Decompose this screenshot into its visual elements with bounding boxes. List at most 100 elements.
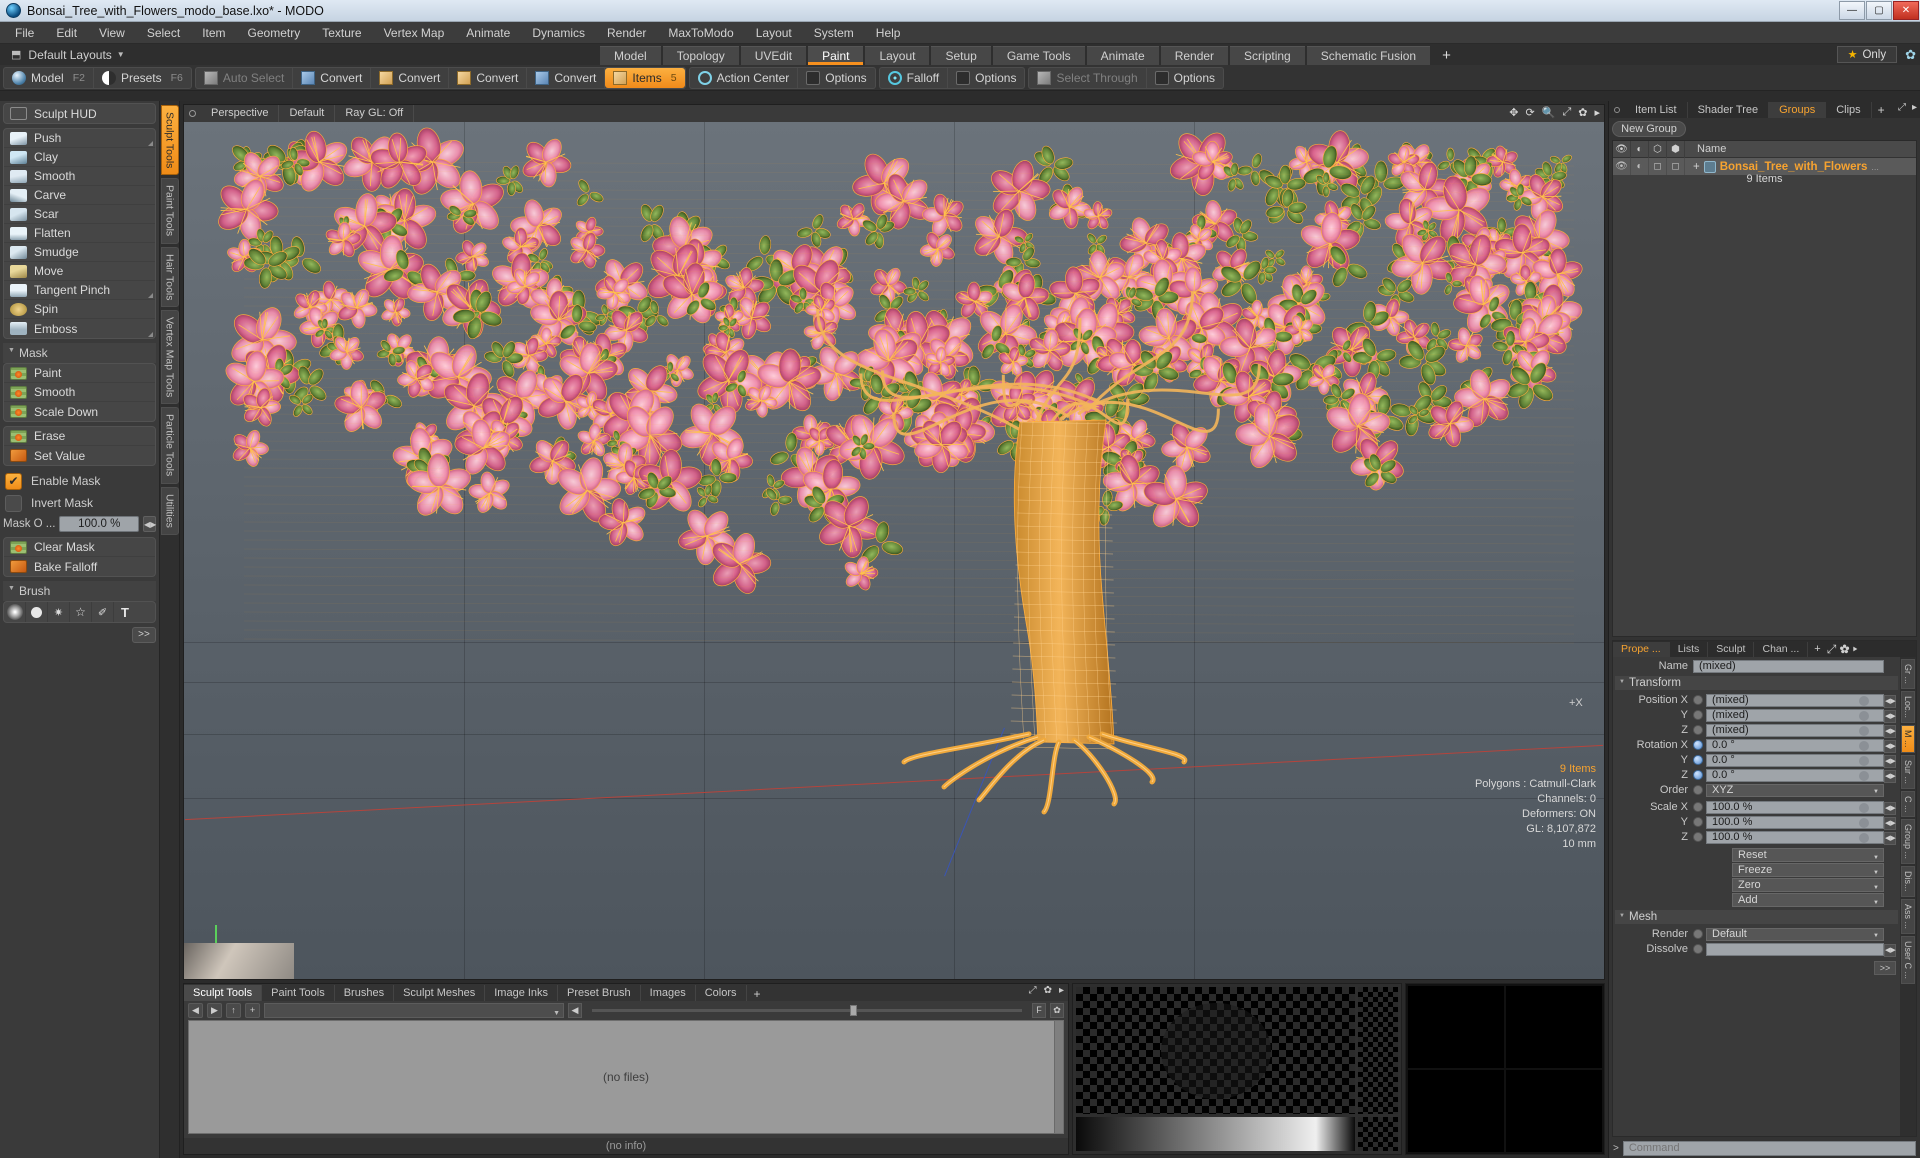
property-radio[interactable] — [1693, 832, 1703, 842]
viewport-shading[interactable]: Default — [279, 105, 336, 122]
tool-flatten[interactable]: Flatten — [4, 224, 155, 243]
tab-setup[interactable]: Setup — [931, 46, 991, 65]
property-value-input[interactable]: 0.0 ° ◀▶ — [1706, 753, 1896, 768]
model-button[interactable]: Model F2 — [4, 67, 94, 88]
menu-item-dynamics[interactable]: Dynamics — [521, 22, 596, 44]
expand-toggle[interactable]: + — [1693, 161, 1700, 173]
menu-item-animate[interactable]: Animate — [455, 22, 521, 44]
expand-icon[interactable]: ⤢ — [1827, 642, 1837, 656]
tool-scale-down[interactable]: Scale Down — [4, 402, 155, 421]
gear-icon[interactable]: ✿ — [1050, 1003, 1064, 1018]
options-button[interactable]: Options — [948, 68, 1024, 88]
menu-item-layout[interactable]: Layout — [745, 22, 803, 44]
minimize-button[interactable]: — — [1839, 1, 1865, 20]
tool-clear-mask[interactable]: Clear Mask — [4, 538, 155, 557]
menu-item-file[interactable]: File — [4, 22, 45, 44]
tab-uvedit[interactable]: UVEdit — [740, 46, 807, 65]
property-value-input[interactable]: 100.0 % ◀▶ — [1706, 800, 1896, 815]
gear-icon[interactable]: ✿ — [1840, 642, 1850, 656]
thumbnail-size-slider[interactable] — [592, 1005, 1022, 1016]
properties-tab-chan[interactable]: Chan ... — [1754, 641, 1809, 657]
tool-scar[interactable]: Scar — [4, 205, 155, 224]
convert-button[interactable]: Convert — [449, 67, 528, 88]
properties-tab-sculpt[interactable]: Sculpt — [1708, 641, 1755, 657]
auto-select-button[interactable]: Auto Select — [196, 67, 294, 88]
tab-layout[interactable]: Layout — [865, 46, 930, 65]
viewport-projection[interactable]: Perspective — [201, 105, 280, 122]
property-stepper[interactable]: ◀▶ — [1884, 739, 1896, 753]
expand-icon[interactable]: ⤢ — [1029, 985, 1037, 996]
menu-item-vertex-map[interactable]: Vertex Map — [373, 22, 456, 44]
menu-item-texture[interactable]: Texture — [311, 22, 372, 44]
spatter-brush-icon[interactable]: ✷ — [48, 602, 70, 622]
tab-render[interactable]: Render — [1160, 46, 1229, 65]
brush-alpha-thumbnail[interactable] — [1358, 987, 1398, 1114]
bottom-tab-images[interactable]: Images — [641, 985, 696, 1001]
tool-smooth[interactable]: Smooth — [4, 167, 155, 186]
mask-opacity-stepper[interactable]: ◀▶ — [143, 515, 156, 532]
vtab-sculpt-tools[interactable]: Sculpt Tools — [160, 105, 179, 176]
side-tab-c[interactable]: C ... — [1901, 790, 1915, 818]
gear-icon[interactable]: ✿ — [1578, 106, 1587, 119]
gear-icon[interactable]: ✿ — [1905, 47, 1916, 63]
panel-menu-icon[interactable] — [1614, 106, 1620, 113]
property-stepper[interactable]: ◀▶ — [1884, 769, 1896, 783]
tool-clay[interactable]: Clay — [4, 148, 155, 167]
order-radio[interactable] — [1693, 785, 1703, 795]
up-arrow-icon[interactable]: ↑ — [226, 1003, 241, 1018]
dissolve-radio[interactable] — [1693, 944, 1703, 954]
soft-brush-icon[interactable] — [4, 602, 26, 622]
chevron-right-icon[interactable]: ▸ — [1853, 642, 1858, 656]
property-value-input[interactable]: 0.0 ° ◀▶ — [1706, 768, 1896, 783]
property-radio[interactable] — [1693, 817, 1703, 827]
tool-move[interactable]: Move — [4, 262, 155, 281]
property-stepper[interactable]: ◀▶ — [1884, 754, 1896, 768]
side-tab-loc[interactable]: Loc... — [1901, 691, 1915, 724]
viewport-3d[interactable]: 9 Items Polygons : Catmull-Clark Channel… — [184, 122, 1604, 979]
dissolve-input[interactable]: ◀▶ — [1706, 942, 1896, 957]
items-button[interactable]: Items 5 — [605, 67, 685, 88]
tool-options-corner-icon[interactable] — [148, 293, 153, 298]
expand-icon[interactable]: ⤢ — [1898, 102, 1906, 113]
vtab-hair-tools[interactable]: Hair Tools — [160, 246, 179, 308]
add-tab-button[interactable]: + — [1872, 103, 1891, 117]
bottom-tab-sculpt-tools[interactable]: Sculpt Tools — [184, 985, 263, 1001]
panel-tab-clips[interactable]: Clips — [1826, 101, 1872, 118]
side-tab-gr[interactable]: Gr ... — [1901, 659, 1915, 689]
enable-mask-checkbox[interactable]: ✔ — [5, 472, 22, 490]
menu-item-edit[interactable]: Edit — [45, 22, 88, 44]
chevron-right-icon[interactable]: ▸ — [1594, 106, 1600, 119]
side-tab-userc[interactable]: User C ... — [1901, 935, 1915, 984]
curve-brush-icon[interactable]: ✐ — [92, 602, 114, 622]
tab-scripting[interactable]: Scripting — [1230, 46, 1305, 65]
menu-item-select[interactable]: Select — [136, 22, 191, 44]
invert-mask-row[interactable]: Invert Mask — [3, 492, 156, 514]
tool-paint[interactable]: Paint — [4, 364, 155, 383]
mesh-section-header[interactable]: Mesh — [1615, 910, 1898, 924]
transform-action-reset[interactable]: Reset — [1732, 848, 1884, 864]
bottom-tab-colors[interactable]: Colors — [696, 985, 747, 1001]
brush-gradient-thumbnail[interactable] — [1358, 1117, 1398, 1151]
more-options-button[interactable]: >> — [132, 627, 156, 643]
bottom-tab-image-inks[interactable]: Image Inks — [485, 985, 559, 1001]
side-tab-group[interactable]: Group ... — [1901, 819, 1915, 865]
path-dropdown[interactable]: ▼ — [264, 1003, 564, 1018]
convert-button[interactable]: Convert — [371, 67, 450, 88]
row-name[interactable]: + Bonsai_Tree_with_Flowers ... — [1685, 160, 1879, 173]
property-stepper[interactable]: ◀▶ — [1884, 816, 1896, 830]
side-tab-m[interactable]: M ... — [1901, 725, 1915, 753]
side-tab-sur[interactable]: Sur ... — [1901, 754, 1915, 789]
vtab-utilities[interactable]: Utilities — [160, 486, 179, 535]
zoom-icon[interactable]: 🔍 — [1542, 106, 1556, 119]
menu-item-geometry[interactable]: Geometry — [237, 22, 312, 44]
property-stepper[interactable]: ◀▶ — [1884, 724, 1896, 738]
side-tab-ass[interactable]: Ass ... — [1901, 898, 1915, 934]
menu-item-item[interactable]: Item — [191, 22, 236, 44]
vtab-particle-tools[interactable]: Particle Tools — [160, 407, 179, 484]
property-radio[interactable] — [1693, 740, 1703, 750]
properties-more-button[interactable]: >> — [1874, 961, 1896, 975]
order-dropdown[interactable]: XYZ — [1706, 783, 1884, 798]
property-radio[interactable] — [1693, 695, 1703, 705]
property-value-input[interactable]: 100.0 % ◀▶ — [1706, 830, 1896, 845]
new-group-button[interactable]: New Group — [1612, 121, 1686, 137]
